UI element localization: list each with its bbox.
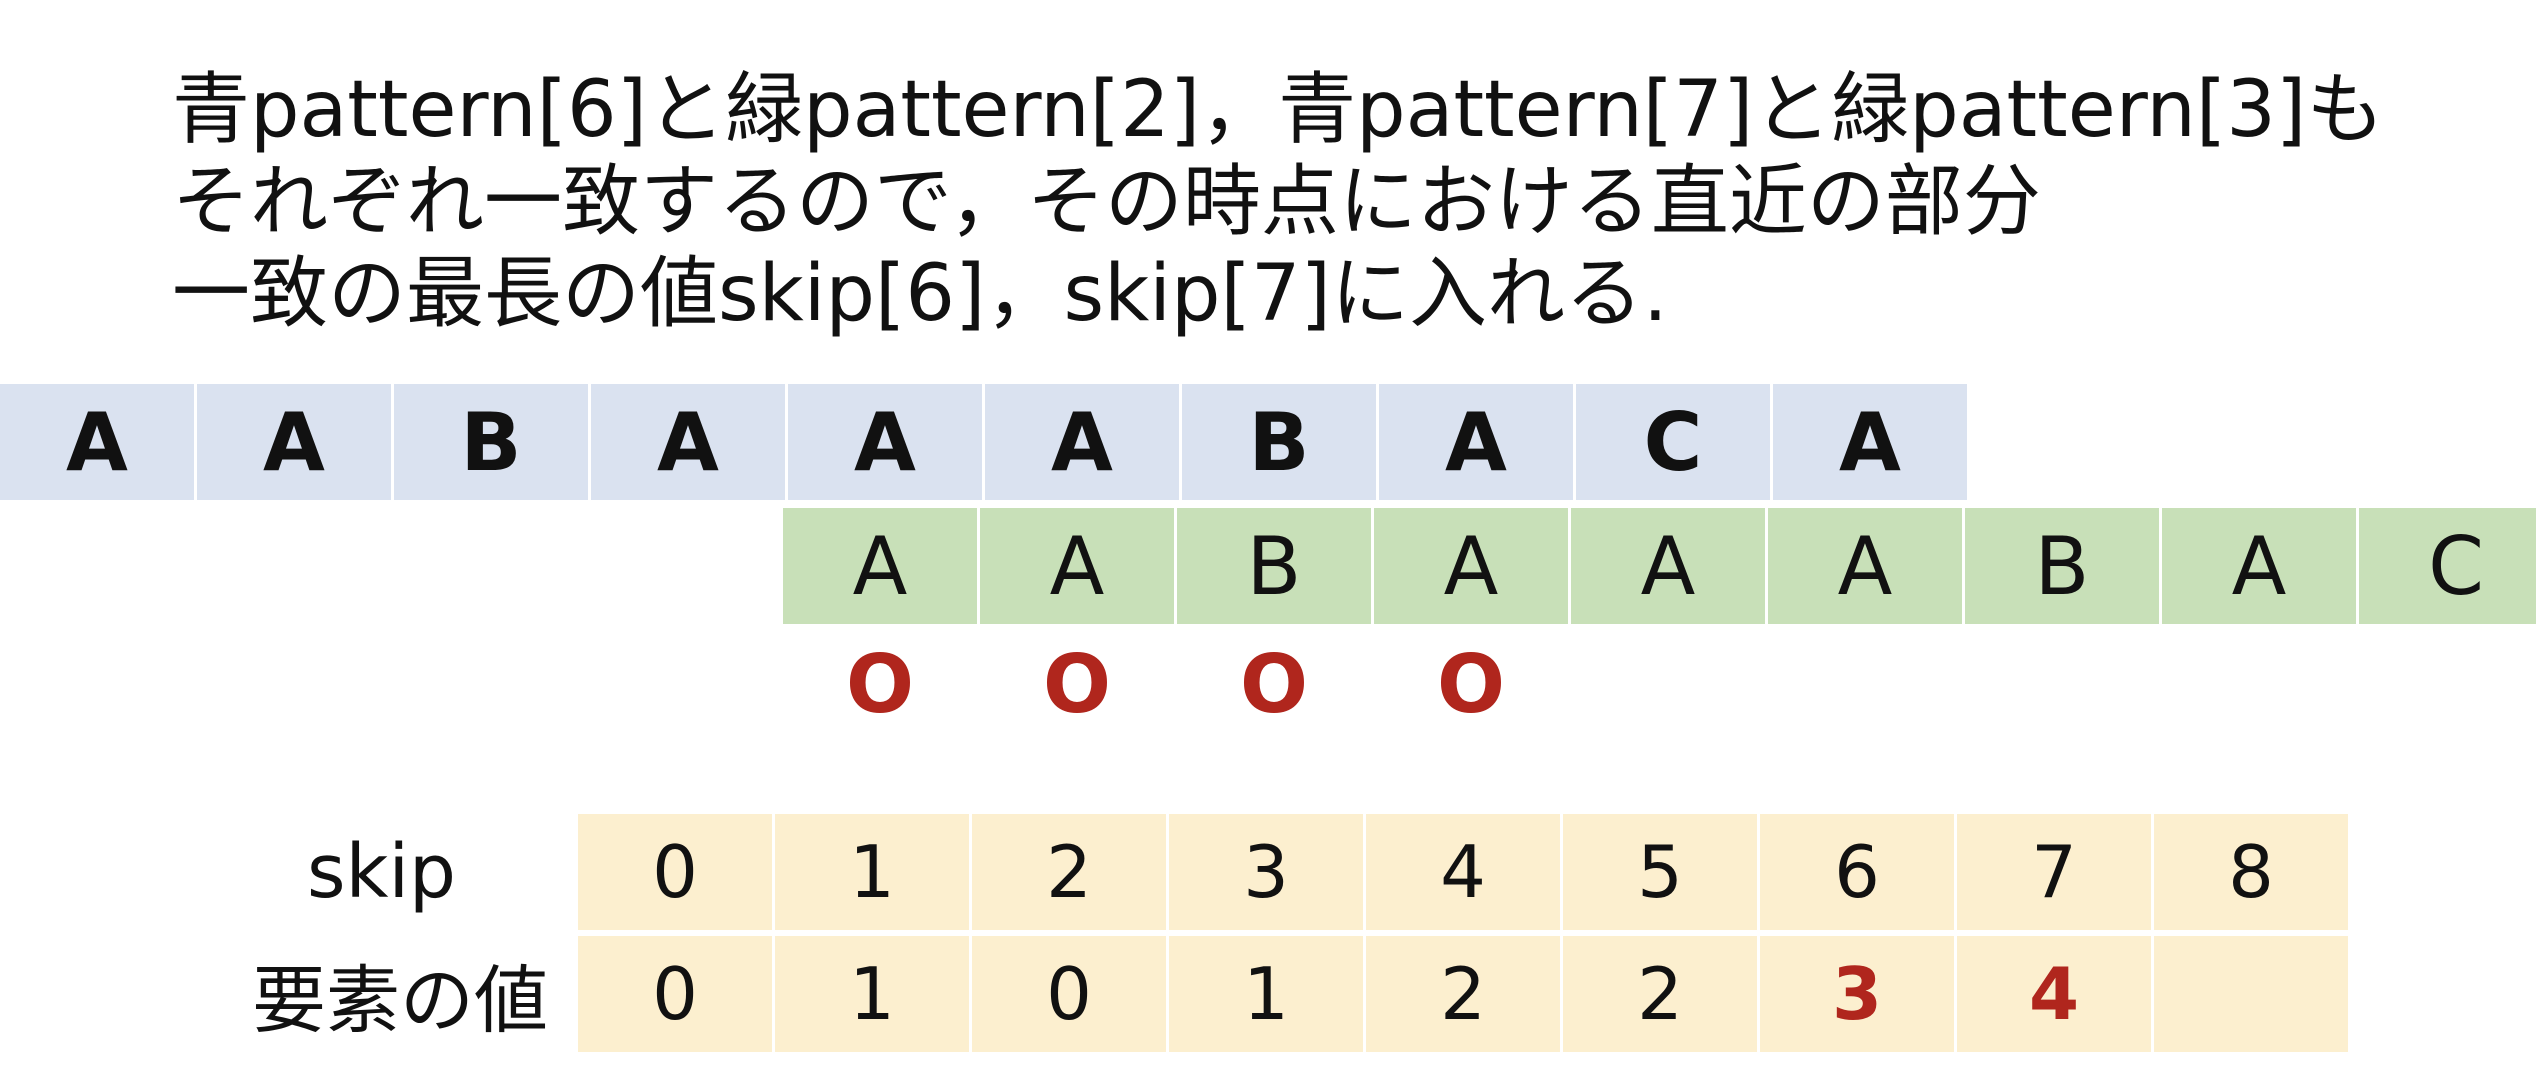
text-char-2: B bbox=[394, 384, 588, 500]
value-label: 要素の値 bbox=[252, 957, 548, 1044]
pattern-char-0: A bbox=[783, 508, 977, 624]
explanation-line-2: それぞれ一致するので，その時点における直近の部分 bbox=[172, 157, 2041, 247]
match-mark-0: O bbox=[845, 637, 914, 731]
text-char-6: B bbox=[1182, 384, 1376, 500]
skip-value-0: 0 bbox=[578, 936, 772, 1052]
explanation-line-3: 一致の最長の値skip[6]，skip[7]に入れる. bbox=[172, 249, 1668, 339]
text-char-7: A bbox=[1379, 384, 1573, 500]
skip-value-5: 2 bbox=[1563, 936, 1757, 1052]
skip-value-7: 4 bbox=[1957, 936, 2151, 1052]
skip-value-6: 3 bbox=[1760, 936, 1954, 1052]
skip-value-8 bbox=[2154, 936, 2348, 1052]
skip-index-4: 4 bbox=[1366, 814, 1560, 930]
pattern-char-5: A bbox=[1768, 508, 1962, 624]
skip-value-2: 0 bbox=[972, 936, 1166, 1052]
pattern-char-7: A bbox=[2162, 508, 2356, 624]
text-char-0: A bbox=[0, 384, 194, 500]
pattern-char-3: A bbox=[1374, 508, 1568, 624]
skip-index-7: 7 bbox=[1957, 814, 2151, 930]
skip-index-5: 5 bbox=[1563, 814, 1757, 930]
text-char-3: A bbox=[591, 384, 785, 500]
skip-index-3: 3 bbox=[1169, 814, 1363, 930]
skip-index-0: 0 bbox=[578, 814, 772, 930]
explanation-line-1: 青pattern[6]と緑pattern[2]，青pattern[7]と緑pat… bbox=[172, 65, 2385, 155]
skip-value-3: 1 bbox=[1169, 936, 1363, 1052]
match-mark-1: O bbox=[1042, 637, 1111, 731]
skip-index-8: 8 bbox=[2154, 814, 2348, 930]
pattern-char-6: B bbox=[1965, 508, 2159, 624]
skip-label: skip bbox=[307, 829, 456, 915]
skip-value-4: 2 bbox=[1366, 936, 1560, 1052]
text-char-5: A bbox=[985, 384, 1179, 500]
text-char-1: A bbox=[197, 384, 391, 500]
match-mark-2: O bbox=[1239, 637, 1308, 731]
skip-index-2: 2 bbox=[972, 814, 1166, 930]
match-mark-3: O bbox=[1436, 637, 1505, 731]
skip-index-6: 6 bbox=[1760, 814, 1954, 930]
text-char-9: A bbox=[1773, 384, 1967, 500]
text-char-4: A bbox=[788, 384, 982, 500]
pattern-char-4: A bbox=[1571, 508, 1765, 624]
pattern-char-1: A bbox=[980, 508, 1174, 624]
skip-value-1: 1 bbox=[775, 936, 969, 1052]
pattern-char-8: C bbox=[2359, 508, 2536, 624]
skip-index-1: 1 bbox=[775, 814, 969, 930]
text-char-8: C bbox=[1576, 384, 1770, 500]
explanation-text: 青pattern[6]と緑pattern[2]，青pattern[7]と緑pat… bbox=[172, 64, 2472, 340]
pattern-char-2: B bbox=[1177, 508, 1371, 624]
